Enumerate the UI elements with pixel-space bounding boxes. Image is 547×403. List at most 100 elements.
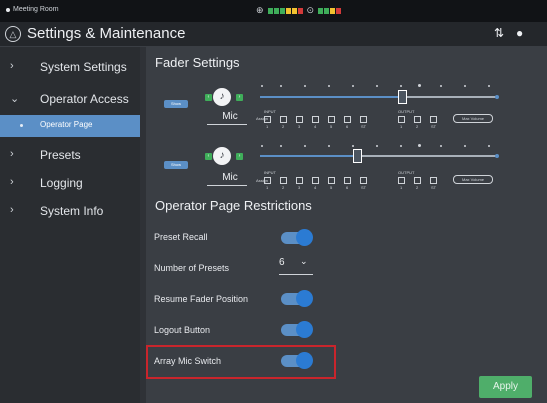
channel-label: 5 <box>330 124 333 129</box>
prev-arrow-icon[interactable]: ‹ <box>205 153 212 160</box>
input-assign-checkbox[interactable] <box>360 177 367 184</box>
resume-fader-position-toggle[interactable] <box>281 290 313 307</box>
output-assign-checkbox[interactable] <box>414 116 421 123</box>
channel-label: 3 <box>298 124 301 129</box>
apply-button[interactable]: Apply <box>479 376 532 398</box>
next-arrow-icon[interactable]: › <box>236 153 243 160</box>
input-assign-checkbox[interactable] <box>296 116 303 123</box>
room-indicator: Meeting Room <box>6 6 59 13</box>
tick-dot <box>418 144 421 147</box>
number-of-presets-underline <box>279 274 313 275</box>
tick-dot <box>304 145 306 147</box>
sidebar-item-system-info[interactable]: › System Info <box>0 199 140 225</box>
tick-dot <box>280 145 282 147</box>
tick-dot <box>418 84 421 87</box>
input-assign-checkbox[interactable] <box>328 177 335 184</box>
fader-settings-title: Fader Settings <box>155 55 240 70</box>
output-label: OUTPUT <box>398 109 415 114</box>
tick-dot <box>376 145 378 147</box>
sidebar-item-presets[interactable]: › Presets <box>0 143 140 169</box>
max-volume-button[interactable]: Max Volume <box>453 114 493 123</box>
preset-recall-toggle[interactable] <box>281 229 313 246</box>
equalizer-icon[interactable]: ⇅ <box>494 26 504 40</box>
chevron-right-icon: › <box>10 204 14 216</box>
tick-dot <box>261 145 263 147</box>
fader-end-icon <box>495 154 499 158</box>
input-assign-checkbox[interactable] <box>296 177 303 184</box>
chevron-down-icon: ⌄ <box>10 93 20 105</box>
array-mic-switch-toggle[interactable] <box>281 352 313 369</box>
tick-dot <box>464 145 466 147</box>
chevron-right-icon: › <box>10 60 14 72</box>
channel-label: 1 <box>266 185 269 190</box>
mic-icon[interactable]: ♪ <box>213 147 231 165</box>
audio-status: ⊕ ⊙ <box>256 5 342 16</box>
tick-dot <box>280 85 282 87</box>
toggle-thumb <box>296 290 313 307</box>
input-assign-checkbox[interactable] <box>312 116 319 123</box>
page-title: Settings & Maintenance <box>27 25 186 42</box>
next-arrow-icon[interactable]: › <box>236 94 243 101</box>
channel-label: 2 <box>282 124 285 129</box>
output-assign-checkbox[interactable] <box>398 116 405 123</box>
view-toggle-button[interactable]: Show <box>164 100 188 108</box>
output-assign-checkbox[interactable] <box>414 177 421 184</box>
channel-label: 1 <box>400 185 403 190</box>
top-status-bar: Meeting Room ⊕ ⊙ <box>0 0 547 22</box>
channel-label: 2 <box>282 185 285 190</box>
tick-dot <box>400 145 402 147</box>
input-level-meter <box>267 7 303 14</box>
channel-label: 1 <box>400 124 403 129</box>
sidebar-item-label: Presets <box>40 148 81 162</box>
chevron-down-icon[interactable]: ⌄ <box>300 256 308 267</box>
sidebar-item-operator-access[interactable]: ⌄ Operator Access <box>0 87 140 113</box>
tick-dot <box>440 85 442 87</box>
input-assign-checkbox[interactable] <box>312 177 319 184</box>
input-assign-checkbox[interactable] <box>344 177 351 184</box>
number-of-presets-value[interactable]: 6 <box>279 257 285 268</box>
max-volume-button[interactable]: Max Volume <box>453 175 493 184</box>
usb-icon: ⊕ <box>256 5 264 15</box>
tick-dot <box>328 145 330 147</box>
view-toggle-button[interactable]: Show <box>164 161 188 169</box>
input-assign-checkbox[interactable] <box>344 116 351 123</box>
tick-dot <box>304 85 306 87</box>
sidebar-item-label: Operator Page <box>40 120 93 129</box>
output-icon: ⊙ <box>306 5 315 15</box>
tick-dot <box>328 85 330 87</box>
input-label: INPUT <box>264 109 276 114</box>
input-assign-checkbox[interactable] <box>280 116 287 123</box>
mic-name-underline <box>207 124 247 125</box>
channel-label: 3 <box>298 185 301 190</box>
sidebar-item-operator-page[interactable]: Operator Page <box>0 115 140 137</box>
tick-dot <box>352 85 354 87</box>
tick-dot <box>376 85 378 87</box>
input-assign-checkbox[interactable] <box>280 177 287 184</box>
number-of-presets-label: Number of Presets <box>154 263 230 273</box>
output-assign-checkbox[interactable] <box>430 177 437 184</box>
mic-name-underline <box>207 185 247 186</box>
input-assign-checkbox[interactable] <box>328 116 335 123</box>
output-assign-checkbox[interactable] <box>430 116 437 123</box>
channel-label: ST <box>431 124 437 129</box>
input-label: INPUT <box>264 170 276 175</box>
user-icon[interactable]: ● <box>516 26 523 40</box>
channel-label: 4 <box>314 185 317 190</box>
resume-fader-position-label: Resume Fader Position <box>154 294 249 304</box>
input-assign-checkbox[interactable] <box>360 116 367 123</box>
output-assign-checkbox[interactable] <box>398 177 405 184</box>
input-assign-checkbox[interactable] <box>264 177 271 184</box>
tick-dot <box>440 145 442 147</box>
mic-icon[interactable]: ♪ <box>213 88 231 106</box>
tick-dot <box>488 85 490 87</box>
prev-arrow-icon[interactable]: ‹ <box>205 94 212 101</box>
channel-label: ST <box>361 124 367 129</box>
fader-handle[interactable] <box>352 149 362 163</box>
sidebar-item-system-settings[interactable]: › System Settings <box>0 55 140 81</box>
sidebar-item-logging[interactable]: › Logging <box>0 171 140 197</box>
fader-handle[interactable] <box>397 90 407 104</box>
input-assign-checkbox[interactable] <box>264 116 271 123</box>
sidebar-item-label: System Info <box>40 204 104 218</box>
logout-button-toggle[interactable] <box>281 321 313 338</box>
bullet-icon <box>20 124 23 127</box>
